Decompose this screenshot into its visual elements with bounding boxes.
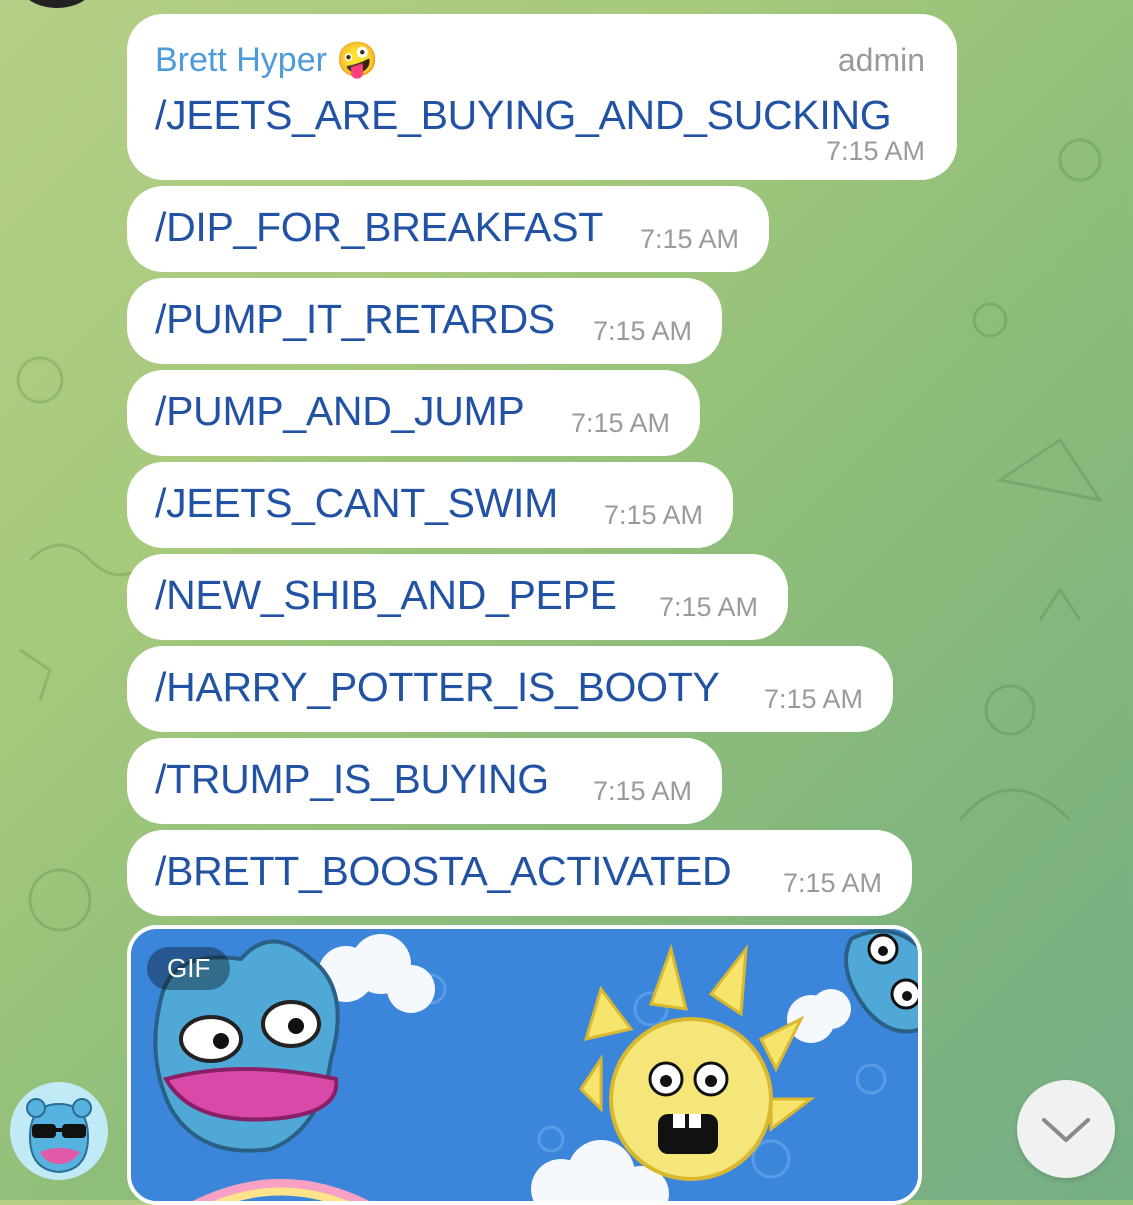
- message-bubble[interactable]: /NEW_SHIB_AND_PEPE 7:15 AM: [127, 554, 788, 640]
- command-link[interactable]: /DIP_FOR_BREAKFAST: [155, 204, 603, 251]
- message-bubble[interactable]: /DIP_FOR_BREAKFAST 7:15 AM: [127, 186, 769, 272]
- message-time: 7:15 AM: [782, 868, 882, 898]
- message-time: 7:15 AM: [570, 408, 670, 438]
- message-bubble[interactable]: /PUMP_IT_RETARDS 7:15 AM: [127, 278, 722, 364]
- scroll-down-button[interactable]: [1017, 1080, 1115, 1178]
- command-link[interactable]: /HARRY_POTTER_IS_BOOTY: [155, 664, 720, 711]
- message-bubble[interactable]: /HARRY_POTTER_IS_BOOTY 7:15 AM: [127, 646, 893, 732]
- user-avatar[interactable]: [10, 1082, 108, 1180]
- command-link[interactable]: /TRUMP_IS_BUYING: [155, 756, 549, 803]
- message-time: 7:15 AM: [658, 592, 758, 622]
- message-time: 7:15 AM: [603, 500, 703, 530]
- previous-avatar: [20, 0, 94, 8]
- sender-name[interactable]: Brett Hyper 🤪: [155, 40, 379, 80]
- message-bubble[interactable]: /BRETT_BOOSTA_ACTIVATED 7:15 AM: [127, 830, 912, 916]
- message-bubble[interactable]: /PUMP_AND_JUMP 7:15 AM: [127, 370, 700, 456]
- avatar-illustration: [10, 1082, 108, 1180]
- gif-media[interactable]: GIF: [127, 925, 922, 1205]
- message-bubble[interactable]: /JEETS_CANT_SWIM 7:15 AM: [127, 462, 733, 548]
- command-link[interactable]: /PUMP_IT_RETARDS: [155, 296, 555, 343]
- gif-illustration: [131, 929, 918, 1201]
- gif-badge: GIF: [147, 947, 231, 990]
- message-time: 7:15 AM: [592, 316, 692, 346]
- command-link[interactable]: /NEW_SHIB_AND_PEPE: [155, 572, 617, 619]
- command-link[interactable]: /PUMP_AND_JUMP: [155, 388, 525, 435]
- message-time: 7:15 AM: [639, 224, 739, 254]
- message-bubble-header[interactable]: Brett Hyper 🤪 admin /JEETS_ARE_BUYING_AN…: [127, 14, 957, 180]
- chevron-down-icon: [1042, 1118, 1090, 1142]
- message-bubble[interactable]: /TRUMP_IS_BUYING 7:15 AM: [127, 738, 722, 824]
- command-link[interactable]: /JEETS_CANT_SWIM: [155, 480, 558, 527]
- message-time: 7:15 AM: [763, 684, 863, 714]
- sender-role-badge: admin: [837, 42, 925, 78]
- command-link[interactable]: /JEETS_ARE_BUYING_AND_SUCKING: [155, 92, 892, 139]
- message-time: 7:15 AM: [825, 136, 925, 166]
- command-link[interactable]: /BRETT_BOOSTA_ACTIVATED: [155, 848, 732, 895]
- message-time: 7:15 AM: [592, 776, 692, 806]
